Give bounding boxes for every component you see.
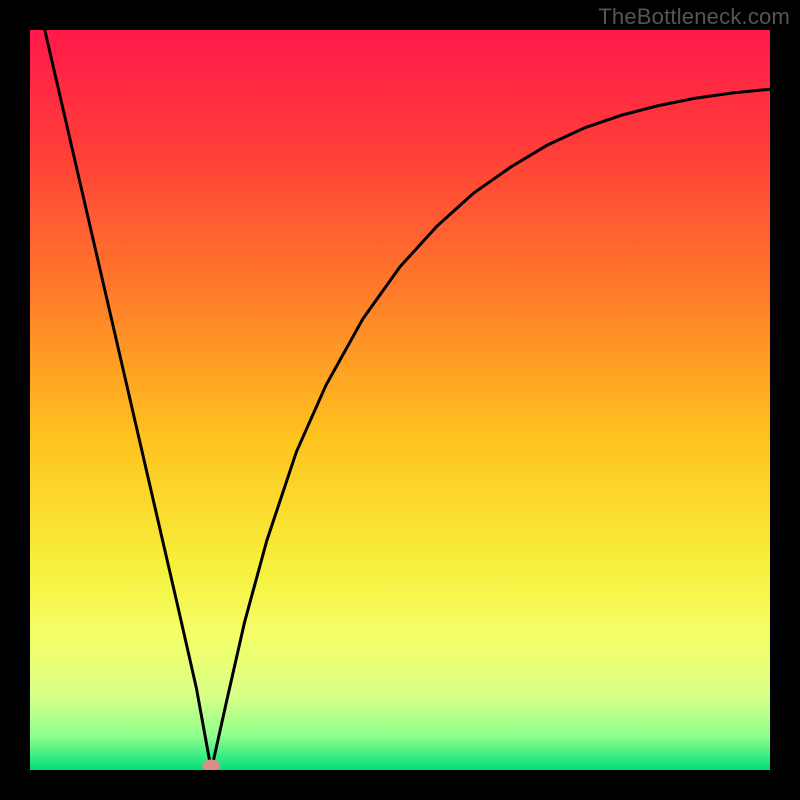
gradient-background (30, 30, 770, 770)
chart-frame: TheBottleneck.com (0, 0, 800, 800)
watermark-label: TheBottleneck.com (598, 4, 790, 30)
bottleneck-plot (30, 30, 770, 770)
